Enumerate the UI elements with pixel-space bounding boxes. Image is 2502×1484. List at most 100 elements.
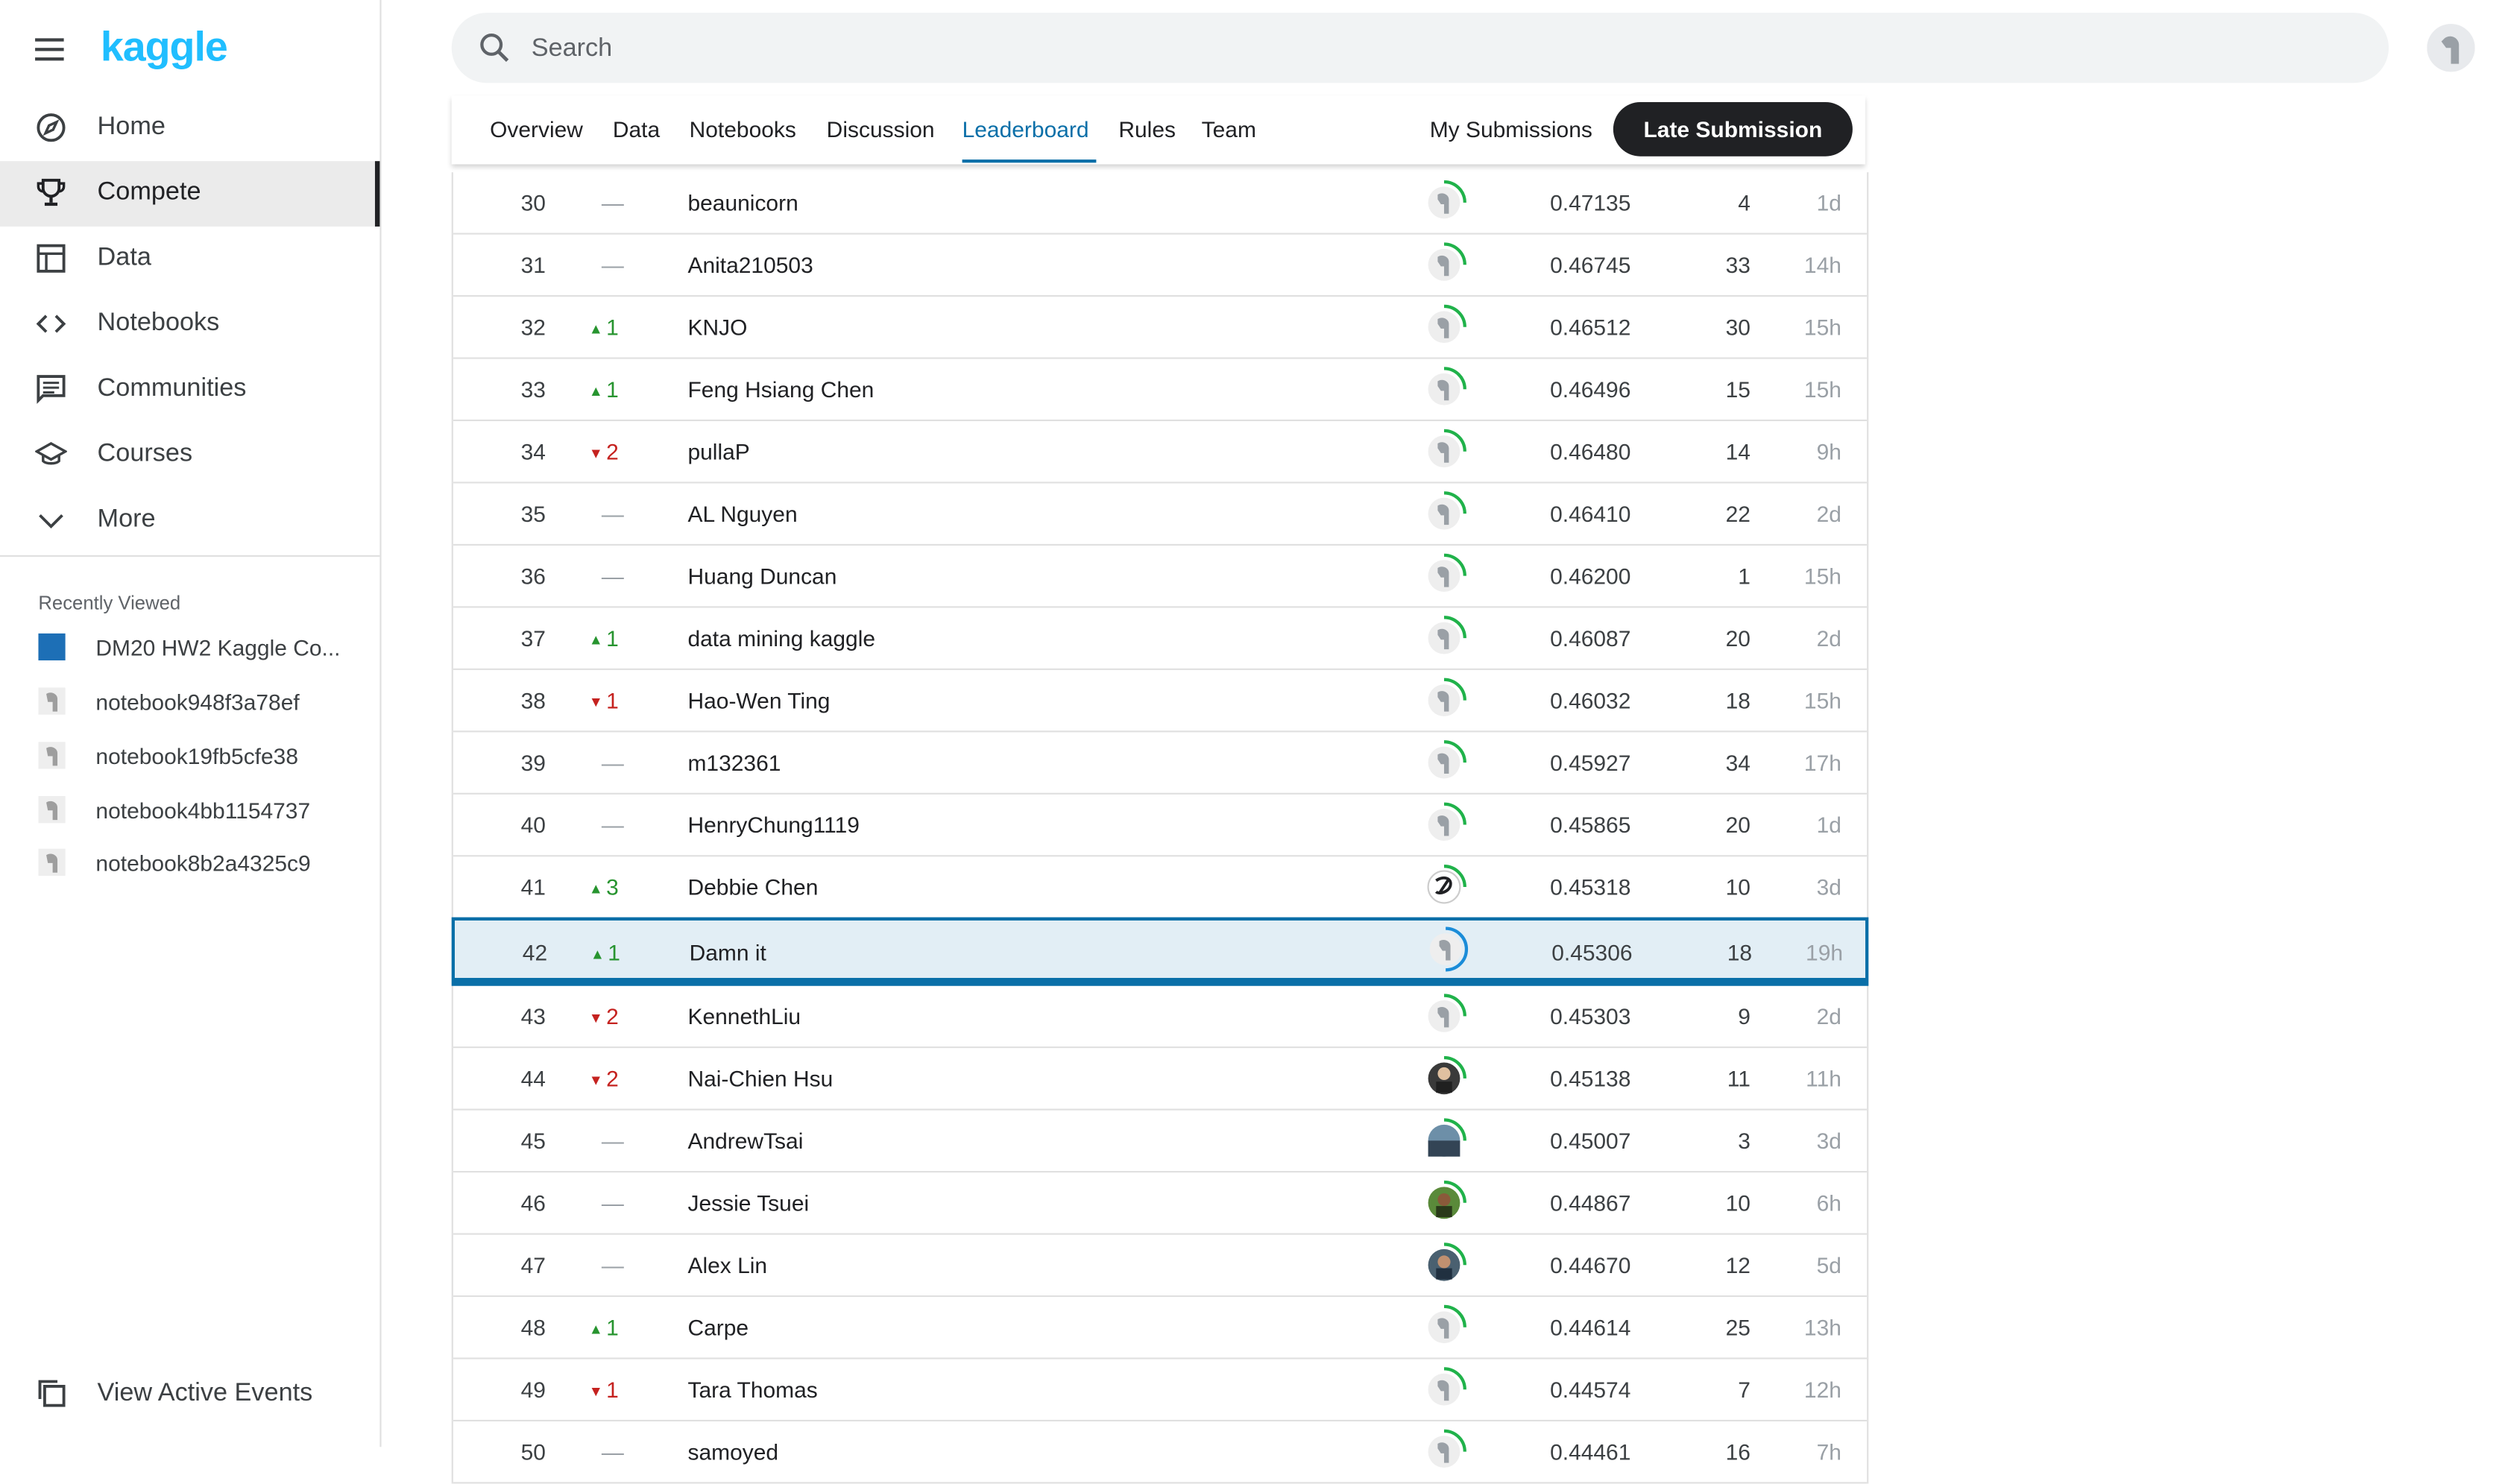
team-name[interactable]: Alex Lin [687, 1252, 767, 1278]
nav-item-more[interactable]: More [0, 488, 379, 554]
team-avatar[interactable] [1420, 1241, 1468, 1289]
rank: 43 [520, 1003, 546, 1029]
team-avatar[interactable] [1420, 614, 1468, 662]
search-bar[interactable] [451, 13, 2389, 83]
team-avatar[interactable] [1420, 863, 1468, 911]
rank-change-value: — [601, 1190, 624, 1216]
team-avatar[interactable] [1420, 992, 1468, 1040]
leaderboard-row[interactable]: 40 — HenryChung1119 0.45865 20 1d [453, 795, 1868, 857]
team-avatar[interactable] [1420, 739, 1468, 786]
team-name[interactable]: HenryChung1119 [687, 812, 859, 837]
leaderboard-row[interactable]: 39 — m132361 0.45927 34 17h [453, 732, 1868, 795]
team-avatar[interactable] [1420, 428, 1468, 476]
team-name[interactable]: Jessie Tsuei [687, 1190, 809, 1216]
recent-item[interactable]: notebook8b2a4325c9 [0, 839, 379, 887]
team-name[interactable]: Damn it [690, 940, 766, 965]
kaggle-logo[interactable]: kaggle [101, 22, 228, 72]
team-avatar[interactable] [1420, 1365, 1468, 1413]
team-avatar[interactable] [1420, 1179, 1468, 1227]
team-avatar[interactable] [1420, 552, 1468, 600]
team-name[interactable]: samoyed [687, 1439, 778, 1465]
nav-item-home[interactable]: Home [0, 95, 379, 161]
team-name[interactable]: Feng Hsiang Chen [687, 376, 874, 402]
leaderboard-row[interactable]: 48 ▲ 1 Carpe 0.44614 25 13h [453, 1297, 1868, 1360]
team-name[interactable]: Carpe [687, 1315, 749, 1340]
leaderboard-row[interactable]: 33 ▲ 1 Feng Hsiang Chen 0.46496 15 15h [453, 359, 1868, 422]
leaderboard-row[interactable]: 50 — samoyed 0.44461 16 7h [453, 1421, 1868, 1484]
search-input[interactable] [528, 28, 2290, 71]
team-name[interactable]: KennethLiu [687, 1003, 801, 1029]
active-tab-indicator [962, 160, 1097, 163]
team-avatar[interactable] [1422, 925, 1469, 973]
leaderboard-row[interactable]: 43 ▼ 2 KennethLiu 0.45303 9 2d [453, 986, 1868, 1049]
team-name[interactable]: KNJO [687, 315, 747, 340]
team-name[interactable]: AL Nguyen [687, 501, 797, 526]
view-active-events-button[interactable]: View Active Events [0, 1363, 379, 1427]
team-avatar[interactable] [1420, 1304, 1468, 1351]
leaderboard-row[interactable]: 46 — Jessie Tsuei 0.44867 10 6h [453, 1172, 1868, 1235]
leaderboard-row[interactable]: 34 ▼ 2 pullaP 0.46480 14 9h [453, 421, 1868, 484]
tab-leaderboard[interactable]: Leaderboard [962, 116, 1089, 142]
team-avatar[interactable] [1420, 1117, 1468, 1164]
tab-team[interactable]: Team [1202, 116, 1256, 142]
my-submissions-link[interactable]: My Submissions [1430, 116, 1592, 142]
hamburger-menu-icon[interactable] [32, 32, 70, 67]
leaderboard-row[interactable]: 30 — beaunicorn 0.47135 4 1d [453, 172, 1868, 235]
nav-item-data[interactable]: Data [0, 227, 379, 292]
recent-item-label: notebook4bb1154737 [95, 798, 311, 824]
leaderboard-row[interactable]: 37 ▲ 1 data mining kaggle 0.46087 20 2d [453, 607, 1868, 670]
rank: 41 [520, 874, 546, 900]
leaderboard-row[interactable]: 49 ▼ 1 Tara Thomas 0.44574 7 12h [453, 1360, 1868, 1422]
team-name[interactable]: Debbie Chen [687, 874, 818, 900]
leaderboard-row[interactable]: 38 ▼ 1 Hao-Wen Ting 0.46032 18 15h [453, 670, 1868, 733]
leaderboard-row[interactable]: 41 ▲ 3 Debbie Chen 0.45318 10 3d [453, 856, 1868, 919]
team-avatar[interactable] [1420, 676, 1468, 724]
team-avatar[interactable] [1420, 801, 1468, 848]
team-name[interactable]: Hao-Wen Ting [687, 687, 830, 713]
recent-item[interactable]: DM20 HW2 Kaggle Co... [0, 624, 379, 672]
team-avatar[interactable] [1420, 1428, 1468, 1476]
team-avatar[interactable] [1420, 490, 1468, 537]
team-name[interactable]: Tara Thomas [687, 1377, 817, 1402]
team-name[interactable]: data mining kaggle [687, 625, 875, 651]
recent-item[interactable]: notebook19fb5cfe38 [0, 732, 379, 780]
leaderboard-row[interactable]: 44 ▼ 2 Nai-Chien Hsu 0.45138 11 11h [453, 1048, 1868, 1111]
team-name[interactable]: Nai-Chien Hsu [687, 1066, 833, 1091]
leaderboard-row[interactable]: 47 — Alex Lin 0.44670 12 5d [453, 1235, 1868, 1298]
leaderboard-row[interactable]: 31 — Anita210503 0.46745 33 14h [453, 235, 1868, 297]
team-name[interactable]: m132361 [687, 750, 781, 775]
team-name[interactable]: beaunicorn [687, 190, 798, 215]
team-name[interactable]: AndrewTsai [687, 1128, 803, 1153]
recent-item[interactable]: notebook948f3a78ef [0, 678, 379, 726]
tab-data[interactable]: Data [613, 116, 660, 142]
nav-item-courses[interactable]: Courses [0, 423, 379, 488]
tab-rules[interactable]: Rules [1118, 116, 1176, 142]
late-submission-button[interactable]: Late Submission [1613, 101, 1853, 157]
rank-change: ▼ 2 [589, 1003, 653, 1029]
score: 0.46512 [1550, 314, 1631, 340]
nav-item-communities[interactable]: Communities [0, 357, 379, 423]
team-name[interactable]: Huang Duncan [687, 563, 836, 589]
team-avatar[interactable] [1420, 365, 1468, 413]
team-name[interactable]: pullaP [687, 439, 749, 464]
rank: 33 [520, 376, 546, 402]
leaderboard-row[interactable]: 35 — AL Nguyen 0.46410 22 2d [453, 484, 1868, 546]
user-avatar[interactable] [2427, 24, 2475, 72]
team-avatar[interactable] [1420, 303, 1468, 351]
leaderboard-row[interactable]: 45 — AndrewTsai 0.45007 3 3d [453, 1111, 1868, 1173]
team-avatar[interactable] [1420, 241, 1468, 288]
tab-overview[interactable]: Overview [490, 116, 583, 142]
team-name[interactable]: Anita210503 [687, 252, 813, 277]
leaderboard-row[interactable]: 36 — Huang Duncan 0.46200 1 15h [453, 546, 1868, 608]
team-avatar[interactable] [1420, 1055, 1468, 1102]
leaderboard-row-current-user[interactable]: 42 ▲ 1 Damn it 0.45306 18 19h [451, 917, 1869, 986]
recent-item[interactable]: notebook4bb1154737 [0, 786, 379, 834]
entries: 25 [1725, 1314, 1751, 1340]
rank-change-value: 1 [606, 314, 619, 340]
nav-item-compete[interactable]: Compete [0, 161, 380, 227]
leaderboard-row[interactable]: 32 ▲ 1 KNJO 0.46512 30 15h [453, 297, 1868, 359]
tab-notebooks[interactable]: Notebooks [690, 116, 796, 142]
team-avatar[interactable] [1420, 179, 1468, 227]
nav-item-notebooks[interactable]: Notebooks [0, 292, 379, 358]
tab-discussion[interactable]: Discussion [827, 116, 935, 142]
